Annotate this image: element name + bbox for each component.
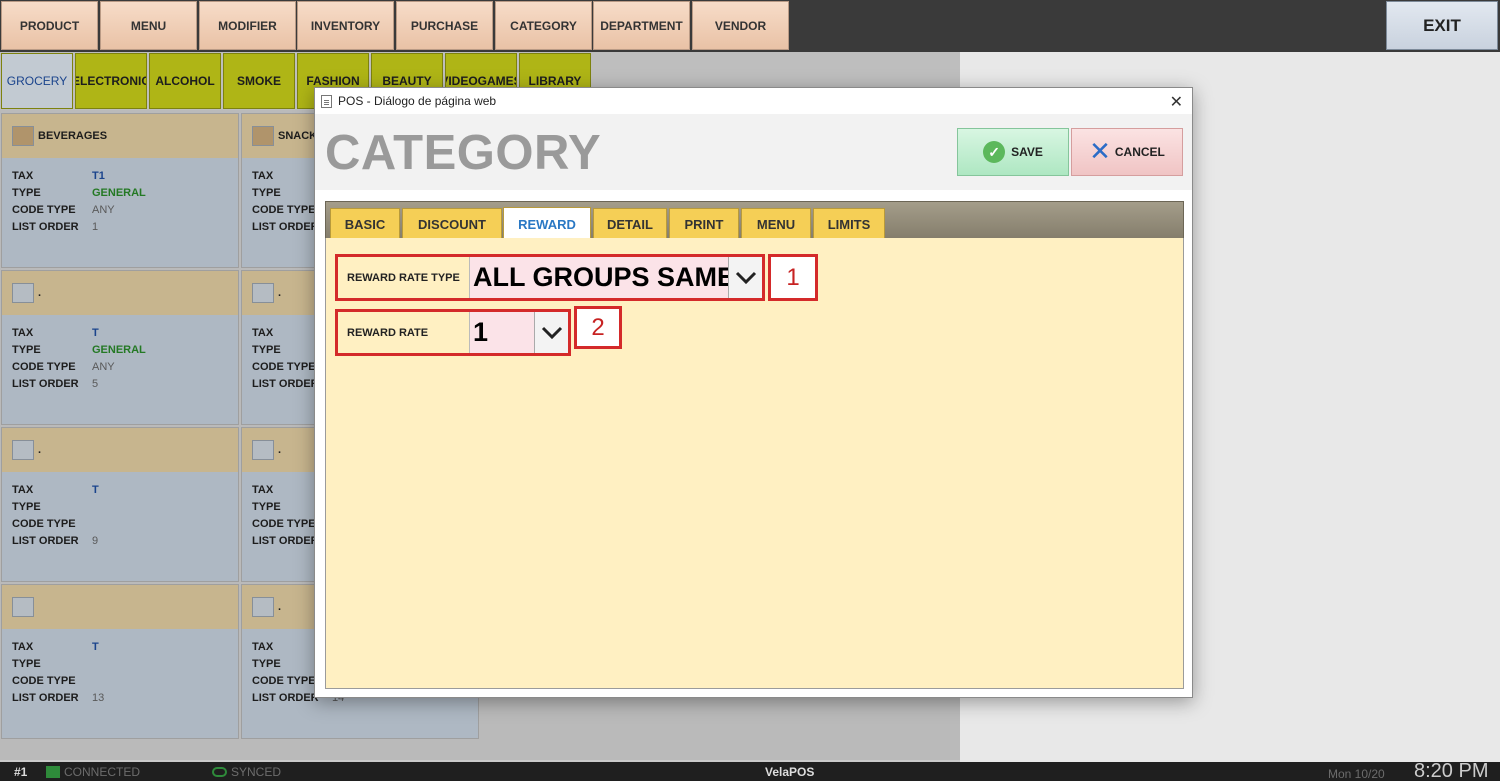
modifier-button[interactable]: MODIFIER bbox=[199, 1, 296, 50]
sync-status: SYNCED bbox=[231, 765, 282, 779]
chevron-down-icon[interactable] bbox=[534, 312, 568, 353]
dialog-titlebar: POS - Diálogo de página web ✕ bbox=[315, 88, 1192, 114]
reward-rate-field: REWARD RATE 1 bbox=[335, 309, 571, 356]
x-icon: ✕ bbox=[1089, 137, 1111, 167]
date-display: Mon 10/20 bbox=[1328, 767, 1385, 781]
tab-discount[interactable]: DISCOUNT bbox=[402, 208, 502, 240]
vendor-button[interactable]: VENDOR bbox=[692, 1, 789, 50]
top-menu-bar: PRODUCT MENU MODIFIER INVENTORY PURCHASE… bbox=[0, 0, 1500, 52]
clock-display: 8:20 PM bbox=[1414, 760, 1489, 781]
cancel-button[interactable]: ✕ CANCEL bbox=[1071, 128, 1183, 176]
save-label: SAVE bbox=[1011, 145, 1043, 159]
cloud-icon bbox=[212, 767, 227, 777]
purchase-button[interactable]: PURCHASE bbox=[396, 1, 493, 50]
tab-detail[interactable]: DETAIL bbox=[593, 208, 667, 240]
tab-menu[interactable]: MENU bbox=[741, 208, 811, 240]
document-icon bbox=[321, 94, 332, 108]
station-number: #1 bbox=[14, 765, 28, 779]
reward-rate-type-label: REWARD RATE TYPE bbox=[338, 257, 470, 298]
dialog-window-title: POS - Diálogo de página web bbox=[338, 94, 497, 108]
annotation-marker-1: 1 bbox=[768, 254, 818, 301]
reward-tab-content: REWARD RATE TYPE ALL GROUPS SAME 1 REWAR… bbox=[325, 238, 1184, 689]
status-bar: #1 CONNECTED SYNCED VelaPOS Mon 10/20 8:… bbox=[0, 760, 1500, 781]
cancel-label: CANCEL bbox=[1114, 145, 1165, 159]
reward-rate-value: 1 bbox=[473, 317, 489, 347]
save-button[interactable]: ✓ SAVE bbox=[957, 128, 1069, 176]
dialog-header: CATEGORY ✓ SAVE ✕ CANCEL bbox=[315, 114, 1192, 190]
category-dialog: POS - Diálogo de página web ✕ CATEGORY ✓… bbox=[314, 87, 1193, 698]
reward-rate-type-field: REWARD RATE TYPE ALL GROUPS SAME bbox=[335, 254, 765, 301]
close-icon[interactable]: ✕ bbox=[1170, 92, 1183, 112]
app-name: VelaPOS bbox=[765, 765, 815, 779]
tab-basic[interactable]: BASIC bbox=[330, 208, 400, 240]
menu-button[interactable]: MENU bbox=[100, 1, 197, 50]
reward-rate-label: REWARD RATE bbox=[338, 312, 470, 353]
tab-limits[interactable]: LIMITS bbox=[813, 208, 885, 240]
chevron-down-icon[interactable] bbox=[728, 257, 762, 298]
exit-button[interactable]: EXIT bbox=[1386, 1, 1498, 50]
product-button[interactable]: PRODUCT bbox=[1, 1, 98, 50]
category-button[interactable]: CATEGORY bbox=[495, 1, 592, 50]
connection-status: CONNECTED bbox=[64, 765, 141, 779]
check-icon: ✓ bbox=[983, 141, 1006, 163]
reward-rate-type-value: ALL GROUPS SAME bbox=[473, 262, 736, 292]
reward-rate-select[interactable]: 1 bbox=[470, 312, 568, 353]
department-button[interactable]: DEPARTMENT bbox=[593, 1, 690, 50]
network-icon bbox=[46, 766, 60, 778]
inventory-button[interactable]: INVENTORY bbox=[297, 1, 394, 50]
dialog-tabs: BASIC DISCOUNT REWARD DETAIL PRINT MENU … bbox=[325, 201, 1184, 240]
tab-reward[interactable]: REWARD bbox=[503, 207, 591, 240]
tab-print[interactable]: PRINT bbox=[669, 208, 739, 240]
annotation-marker-2: 2 bbox=[574, 306, 622, 349]
reward-rate-type-select[interactable]: ALL GROUPS SAME bbox=[470, 257, 762, 298]
dialog-heading: CATEGORY bbox=[325, 126, 602, 180]
